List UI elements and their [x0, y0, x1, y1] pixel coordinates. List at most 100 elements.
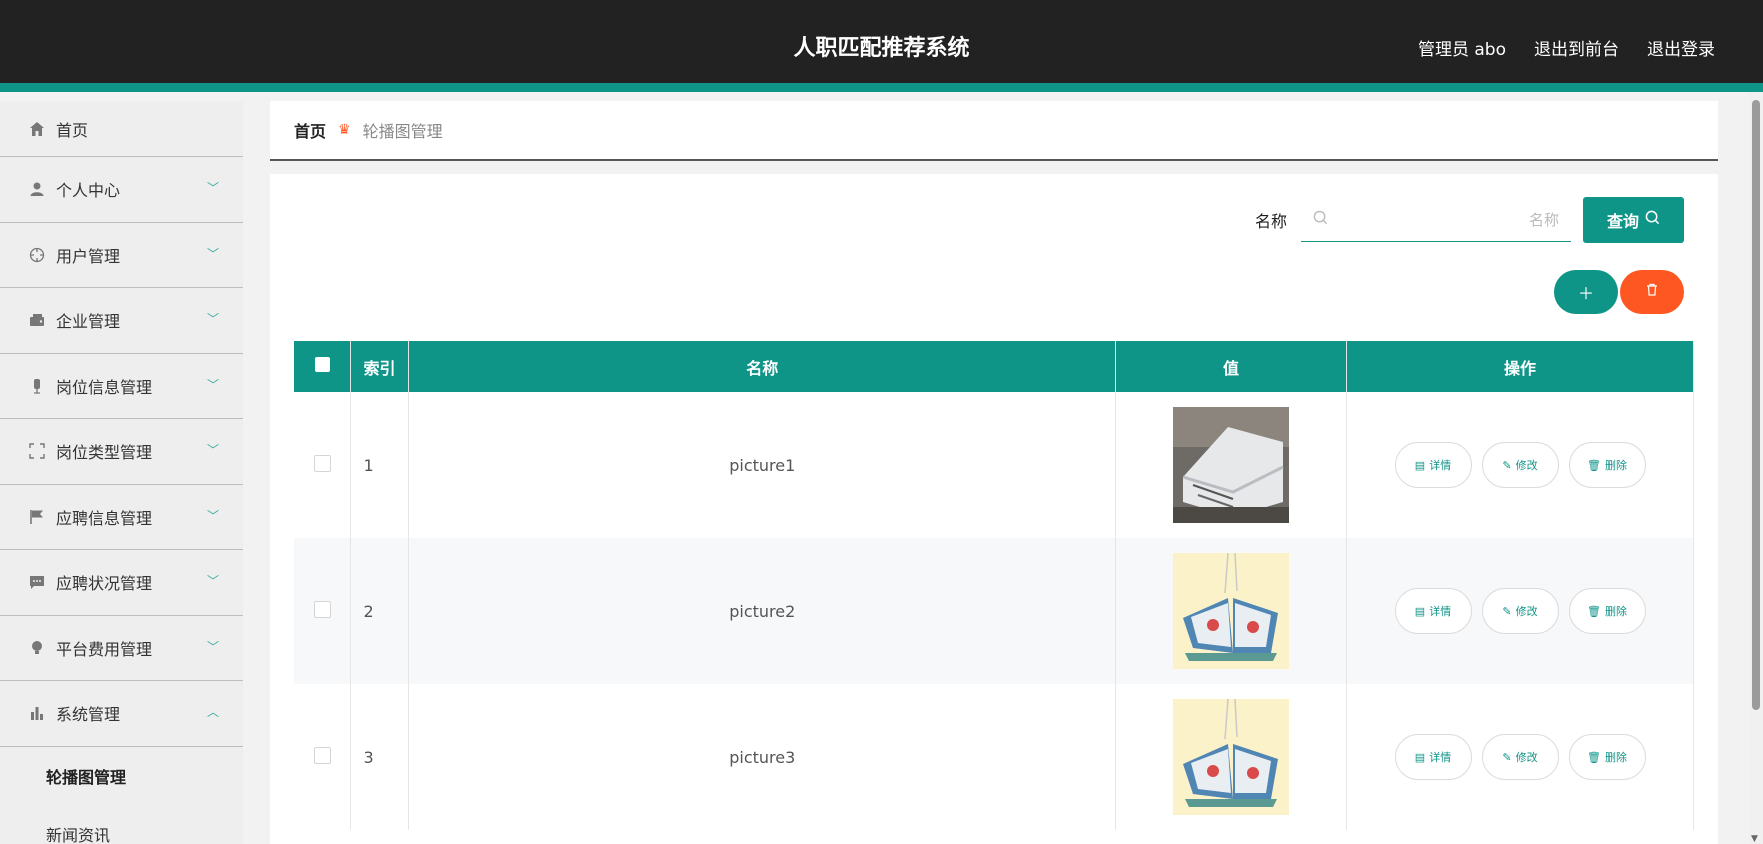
- header-name: 名称: [408, 341, 1117, 392]
- table-row: 2 picture2 ▤ 详情 ✎ 修改 🗑 删除: [294, 538, 1694, 684]
- mic-icon: [28, 377, 46, 395]
- sidebar-item-platform-fee-management[interactable]: 平台费用管理 ﹀: [0, 616, 243, 681]
- document-icon: ▤: [1414, 459, 1426, 472]
- logout-link[interactable]: 退出登录: [1647, 35, 1715, 60]
- sidebar-item-job-info-management[interactable]: 岗位信息管理 ﹀: [0, 354, 243, 419]
- sidebar-item-label: 应聘状况管理: [56, 574, 153, 594]
- bar-chart-icon: [28, 704, 46, 722]
- breadcrumb-current: 轮播图管理: [362, 122, 443, 141]
- header-value: 值: [1115, 341, 1348, 392]
- sidebar-subitem-news[interactable]: 新闻资讯: [0, 805, 243, 844]
- chevron-down-icon: ﹀: [206, 246, 219, 261]
- admin-user-label[interactable]: 管理员 abo: [1418, 35, 1506, 60]
- table-actions: ＋: [1554, 270, 1684, 314]
- delete-label: 删除: [1604, 752, 1627, 764]
- pencil-icon: ✎: [1502, 459, 1512, 472]
- header-actions: 管理员 abo 退出到前台 退出登录: [1418, 35, 1715, 60]
- trash-icon: [1646, 283, 1658, 301]
- chevron-down-icon: ﹀: [206, 181, 219, 196]
- sidebar-item-system-management[interactable]: 系统管理 ︿: [0, 681, 243, 747]
- carousel-thumbnail: [1173, 407, 1290, 523]
- carousel-thumbnail: [1173, 699, 1290, 815]
- scroll-down-arrow-icon[interactable]: ▼: [1751, 834, 1758, 844]
- edit-label: 修改: [1515, 460, 1538, 472]
- row-operations: ▤ 详情 ✎ 修改 🗑 删除: [1346, 392, 1694, 538]
- header-operations: 操作: [1346, 341, 1694, 392]
- batch-delete-button[interactable]: [1620, 270, 1684, 314]
- delete-button[interactable]: 🗑 删除: [1568, 734, 1646, 780]
- sidebar-subitem-carousel[interactable]: 轮播图管理: [0, 747, 243, 805]
- row-check-cell: [294, 684, 352, 830]
- sidebar-item-label: 系统管理: [56, 705, 121, 725]
- sidebar-item-personal-center[interactable]: 个人中心 ﹀: [0, 157, 243, 223]
- system-submenu: 轮播图管理 新闻资讯: [0, 746, 243, 844]
- delete-button[interactable]: 🗑 删除: [1568, 588, 1646, 634]
- row-index: 3: [350, 684, 410, 830]
- row-value-cell: [1115, 538, 1348, 684]
- sidebar-item-label: 岗位类型管理: [56, 443, 153, 463]
- sidebar-item-home[interactable]: 首页: [0, 101, 243, 157]
- search-input[interactable]: [1328, 210, 1559, 229]
- chevron-down-icon: ﹀: [206, 312, 219, 327]
- vertical-scrollbar[interactable]: ▼: [1749, 92, 1763, 844]
- sidebar-item-label: 岗位信息管理: [56, 377, 153, 397]
- edit-label: 修改: [1515, 752, 1538, 764]
- pencil-icon: ✎: [1502, 751, 1512, 764]
- row-checkbox[interactable]: [313, 454, 331, 472]
- chevron-down-icon: ﹀: [206, 574, 219, 589]
- sidebar-item-enterprise-management[interactable]: 企业管理 ﹀: [0, 288, 243, 354]
- row-checkbox[interactable]: [313, 746, 331, 764]
- row-index: 1: [350, 392, 410, 538]
- delete-button[interactable]: 🗑 删除: [1568, 442, 1646, 488]
- chat-icon: [28, 573, 46, 591]
- sidebar-item-application-info-management[interactable]: 应聘信息管理 ﹀: [0, 485, 243, 550]
- row-value-cell: [1115, 684, 1348, 830]
- home-icon: [28, 120, 46, 138]
- trash-icon: 🗑: [1587, 605, 1601, 618]
- breadcrumb-home[interactable]: 首页: [294, 118, 326, 142]
- frame-icon: [28, 442, 46, 460]
- row-operations: ▤ 详情 ✎ 修改 🗑 删除: [1346, 538, 1694, 684]
- query-button[interactable]: 查询: [1583, 197, 1684, 243]
- add-button[interactable]: ＋: [1554, 270, 1618, 314]
- flag-icon: [28, 508, 46, 526]
- chevron-down-icon: ﹀: [206, 443, 219, 458]
- back-to-front-link[interactable]: 退出到前台: [1534, 35, 1619, 60]
- row-operations: ▤ 详情 ✎ 修改 🗑 删除: [1346, 684, 1694, 830]
- table-header-row: 索引 名称 值 操作: [294, 341, 1694, 392]
- wallet-icon: [28, 311, 46, 329]
- sidebar-item-user-management[interactable]: 用户管理 ﹀: [0, 223, 243, 288]
- edit-button[interactable]: ✎ 修改: [1481, 588, 1559, 634]
- data-table: 索引 名称 值 操作 1 picture1 ▤ 详情 ✎ 修改 🗑 删除 2 p…: [294, 341, 1694, 830]
- detail-label: 详情: [1429, 460, 1452, 472]
- sidebar-item-label: 应聘信息管理: [56, 508, 153, 528]
- select-all-checkbox[interactable]: [314, 357, 330, 372]
- crown-icon: ♛: [338, 122, 351, 138]
- select-all-header: [294, 341, 352, 392]
- row-check-cell: [294, 538, 352, 684]
- trash-icon: 🗑: [1587, 459, 1601, 472]
- content-panel: 名称 查询 ＋ 索引 名称: [270, 174, 1718, 844]
- detail-button[interactable]: ▤ 详情: [1394, 588, 1472, 634]
- plus-icon: ＋: [1577, 286, 1594, 303]
- sidebar-item-application-status-management[interactable]: 应聘状况管理 ﹀: [0, 550, 243, 616]
- delete-label: 删除: [1604, 460, 1627, 472]
- sidebar-item-label: 首页: [56, 120, 89, 140]
- breadcrumb: 首页 ♛ 轮播图管理: [270, 101, 1718, 161]
- delete-label: 删除: [1604, 606, 1627, 618]
- edit-button[interactable]: ✎ 修改: [1481, 734, 1559, 780]
- sidebar-item-job-type-management[interactable]: 岗位类型管理 ﹀: [0, 419, 243, 485]
- row-checkbox[interactable]: [313, 600, 331, 618]
- chevron-up-icon: ︿: [206, 705, 219, 720]
- detail-label: 详情: [1429, 752, 1452, 764]
- search-box: [1301, 198, 1571, 242]
- sidebar-item-label: 企业管理: [56, 312, 121, 332]
- detail-button[interactable]: ▤ 详情: [1394, 442, 1472, 488]
- scrollbar-thumb[interactable]: [1752, 100, 1760, 710]
- row-name: picture2: [408, 538, 1117, 684]
- edit-button[interactable]: ✎ 修改: [1481, 442, 1559, 488]
- row-check-cell: [294, 392, 352, 538]
- search-label: 名称: [1254, 212, 1287, 231]
- table-row: 1 picture1 ▤ 详情 ✎ 修改 🗑 删除: [294, 392, 1694, 538]
- detail-button[interactable]: ▤ 详情: [1394, 734, 1472, 780]
